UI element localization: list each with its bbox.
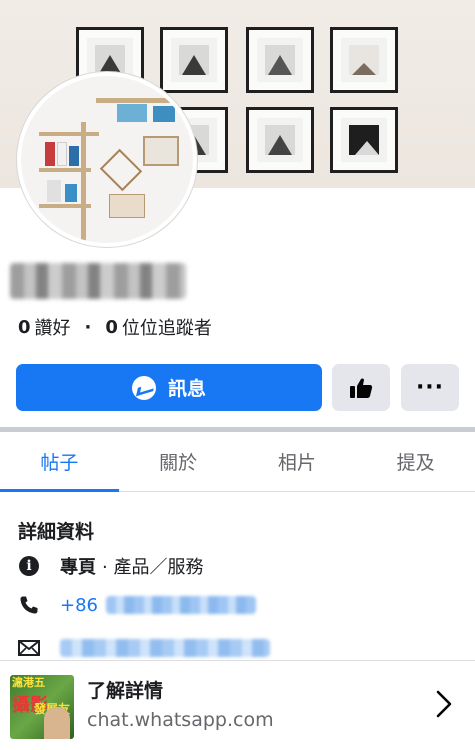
avatar-shelf — [39, 132, 99, 136]
cover-frame — [246, 107, 314, 173]
page-name-redacted — [10, 263, 186, 299]
avatar-shelf — [39, 204, 91, 208]
avatar-item — [69, 146, 79, 166]
category-row: i 專頁 · 產品／服務 — [18, 553, 203, 579]
tab-photos[interactable]: 相片 — [238, 432, 357, 491]
chevron-right-icon[interactable] — [432, 689, 456, 719]
stats-separator: · — [84, 316, 92, 338]
tab-about[interactable]: 關於 — [119, 432, 238, 491]
cover-frame — [160, 27, 228, 93]
avatar-item — [109, 194, 145, 218]
avatar-shelf — [96, 98, 186, 103]
phone-row[interactable]: +86 — [18, 594, 256, 616]
thumbs-up-icon — [350, 377, 373, 398]
mail-icon — [18, 640, 40, 656]
avatar-item — [117, 104, 147, 122]
followers-label: 位位追蹤者 — [121, 318, 212, 339]
ad-thumb-person — [44, 707, 70, 739]
profile-tabs: 帖子 關於 相片 提及 — [0, 432, 475, 492]
email-row[interactable] — [18, 637, 270, 659]
message-button-label: 訊息 — [167, 378, 206, 400]
avatar-item — [57, 142, 67, 166]
phone-icon — [20, 596, 38, 614]
tab-posts[interactable]: 帖子 — [0, 432, 119, 492]
tab-mentions[interactable]: 提及 — [356, 432, 475, 491]
category-prefix: 專頁 — [60, 557, 96, 578]
cover-frame — [330, 107, 398, 173]
likes-count: 0 — [18, 316, 31, 338]
avatar-item — [153, 106, 175, 122]
message-button[interactable]: 訊息 — [16, 364, 322, 411]
page-stats: 0 讚好 · 0 位位追蹤者 — [18, 314, 212, 340]
cover-frame — [330, 27, 398, 93]
profile-avatar[interactable] — [17, 72, 197, 247]
avatar-item — [99, 148, 143, 192]
avatar-item — [47, 180, 61, 202]
category-text: · 產品／服務 — [102, 557, 204, 578]
followers-count: 0 — [105, 316, 118, 338]
email-redacted — [60, 639, 270, 657]
avatar-item — [65, 184, 77, 202]
cover-frame — [246, 27, 314, 93]
phone-prefix[interactable]: +86 — [60, 595, 98, 616]
ad-thumbnail: 滬港五 攝影 發展友 — [10, 675, 74, 739]
ad-title[interactable]: 了解詳情 — [87, 676, 163, 703]
like-button[interactable] — [332, 364, 390, 411]
phone-number-redacted — [106, 596, 256, 614]
avatar-shelf — [81, 122, 86, 242]
more-options-button[interactable]: ··· — [401, 364, 459, 411]
ad-thumb-text: 滬港五 — [12, 676, 45, 689]
avatar-item — [143, 136, 179, 166]
info-icon: i — [19, 556, 39, 576]
ad-url[interactable]: chat.whatsapp.com — [87, 709, 274, 731]
likes-label: 讚好 — [34, 318, 71, 339]
details-title: 詳細資料 — [18, 521, 95, 543]
messenger-icon — [131, 375, 156, 400]
avatar-shelf — [39, 168, 91, 172]
avatar-item — [45, 142, 55, 166]
ad-banner[interactable]: 滬港五 攝影 發展友 — [0, 660, 475, 750]
